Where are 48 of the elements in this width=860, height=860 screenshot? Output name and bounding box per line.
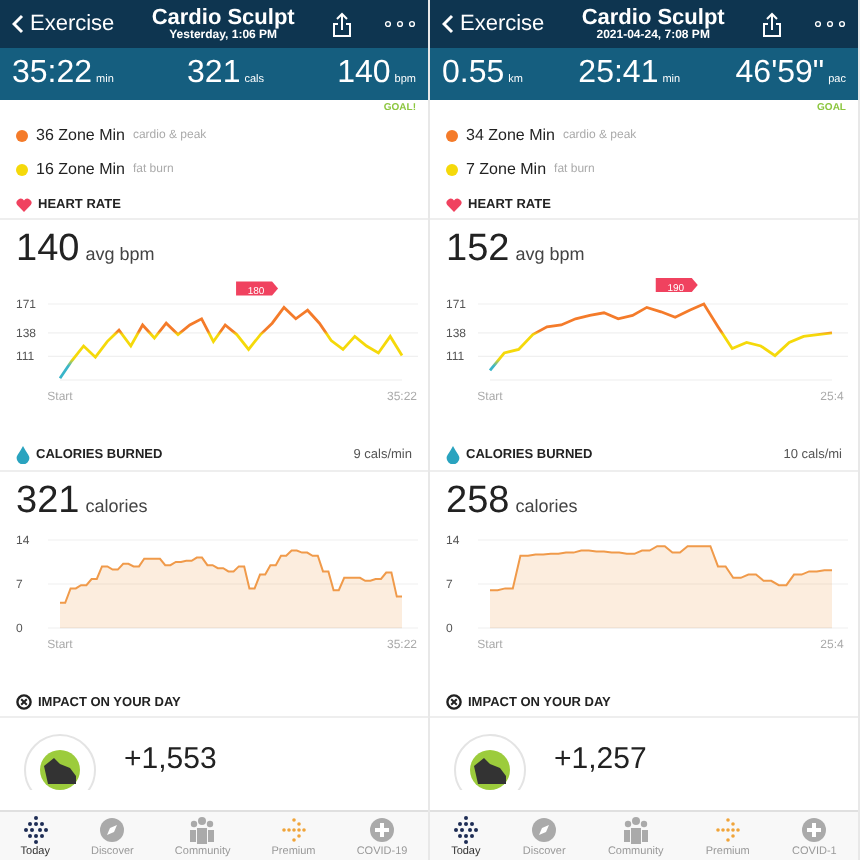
heart-icon — [16, 198, 32, 212]
heart-icon — [446, 198, 462, 212]
stat-value: 46'59" — [735, 56, 825, 92]
zone-minutes: 34 Zone Min — [466, 126, 555, 144]
calories-unit: calories — [515, 496, 578, 516]
stat-value: 321 — [187, 56, 241, 92]
compass-icon — [100, 818, 125, 842]
circle-x-icon — [16, 694, 32, 710]
workout-title: Cardio Sculpt — [581, 6, 725, 30]
back-chevron-icon — [442, 14, 454, 34]
people-icon — [623, 817, 648, 844]
calories-value: 258 — [446, 480, 510, 524]
drop-icon — [16, 446, 30, 464]
people-icon — [190, 817, 215, 844]
dotted-arrow-icon — [281, 818, 306, 842]
heart-rate-value: 140 — [16, 228, 80, 272]
shoe-badge-icon — [454, 734, 526, 790]
workout-title: Cardio Sculpt — [151, 6, 295, 30]
share-icon[interactable] — [332, 11, 352, 37]
heart-rate-unit: avg bpm — [85, 244, 155, 264]
drop-icon — [446, 446, 460, 464]
share-icon[interactable] — [762, 11, 782, 37]
back-button[interactable]: Exercise — [12, 12, 115, 36]
zone-minutes: 16 Zone Min — [36, 160, 125, 178]
more-icon[interactable] — [384, 20, 416, 28]
plus-circle-icon — [802, 818, 827, 842]
impact-value: +1,553 — [124, 740, 217, 776]
shoe-badge-icon — [24, 734, 96, 790]
impact-value: +1,257 — [554, 740, 647, 776]
calories-value: 321 — [16, 480, 80, 524]
dot-grid-icon — [453, 816, 478, 844]
stat-value: 140 — [337, 56, 391, 92]
dot-grid-icon — [23, 816, 48, 844]
stat-value: 25:41 — [578, 56, 659, 92]
back-button[interactable]: Exercise — [442, 12, 545, 36]
zone-minutes: 7 Zone Min — [466, 160, 547, 178]
stat-value: 35:22 — [12, 56, 93, 92]
compass-icon — [532, 818, 557, 842]
circle-x-icon — [446, 694, 462, 710]
stat-value: 0.55 — [442, 56, 505, 92]
more-icon[interactable] — [814, 20, 846, 28]
zone-minutes: 36 Zone Min — [36, 126, 125, 144]
heart-rate-unit: avg bpm — [515, 244, 585, 264]
heart-rate-value: 152 — [446, 228, 510, 272]
calories-unit: calories — [85, 496, 148, 516]
dotted-arrow-icon — [716, 818, 740, 842]
back-chevron-icon — [12, 14, 24, 34]
plus-circle-icon — [370, 818, 394, 842]
